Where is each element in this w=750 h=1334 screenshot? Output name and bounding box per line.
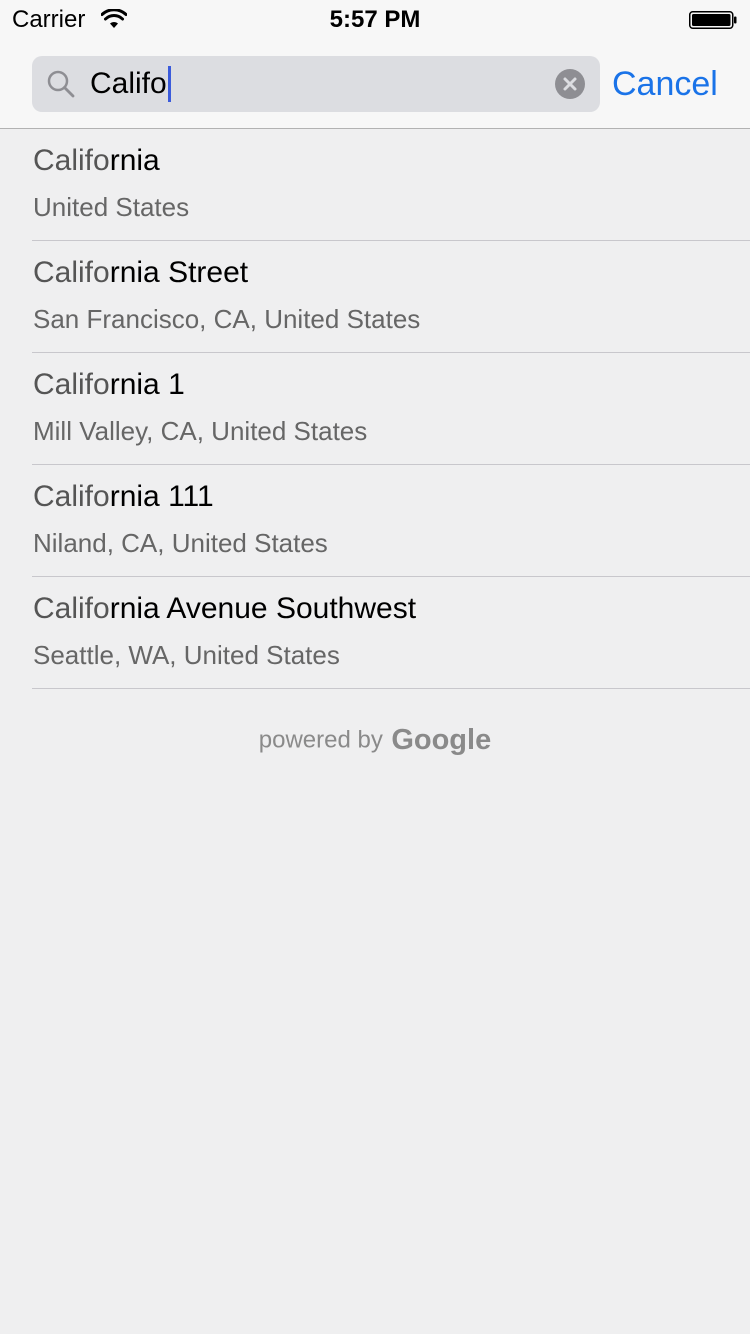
results-list: California United States California Stre… <box>0 129 750 689</box>
result-title-match: Califo <box>33 480 110 513</box>
status-time: 5:57 PM <box>329 6 421 33</box>
cancel-button[interactable]: Cancel <box>612 64 718 104</box>
result-item-california-street[interactable]: California Street San Francisco, CA, Uni… <box>32 241 750 353</box>
result-title-rest: rnia Street <box>109 256 249 289</box>
clear-button[interactable] <box>555 69 585 99</box>
result-title: California Street <box>33 255 248 291</box>
search-input[interactable]: Califo <box>90 66 171 102</box>
result-title: California <box>33 143 160 179</box>
result-subtitle: Niland, CA, United States <box>33 528 328 558</box>
result-title: California Avenue Southwest <box>33 591 416 627</box>
result-title: California 111 <box>33 479 214 515</box>
result-item-california-1[interactable]: California 1 Mill Valley, CA, United Sta… <box>32 353 750 465</box>
result-title-rest: rnia 111 <box>109 480 214 513</box>
result-subtitle: United States <box>33 192 190 222</box>
search-input-value: Califo <box>90 67 167 100</box>
result-title-rest: rnia <box>109 144 160 177</box>
search-icon <box>47 70 75 98</box>
result-item-california-111[interactable]: California 111 Niland, CA, United States <box>32 465 750 577</box>
result-item-california[interactable]: California United States <box>32 129 750 241</box>
result-title-match: Califo <box>33 592 110 625</box>
result-item-california-avenue-southwest[interactable]: California Avenue Southwest Seattle, WA,… <box>32 577 750 689</box>
result-title-rest: rnia 1 <box>109 368 185 401</box>
result-title: California 1 <box>33 367 185 403</box>
result-title-match: Califo <box>33 368 110 401</box>
status-bar: Carrier 5:57 PM <box>0 0 750 40</box>
clear-icon <box>563 77 577 91</box>
result-subtitle: San Francisco, CA, United States <box>33 304 421 334</box>
result-title-rest: rnia Avenue Southwest <box>109 592 417 625</box>
result-title-match: Califo <box>33 256 110 289</box>
result-subtitle: Seattle, WA, United States <box>33 640 340 670</box>
search-field[interactable]: Califo <box>32 56 600 112</box>
result-subtitle: Mill Valley, CA, United States <box>33 416 368 446</box>
result-title-match: Califo <box>33 144 110 177</box>
attribution-prefix: powered by <box>258 726 383 754</box>
battery-icon <box>689 11 737 29</box>
google-attribution: powered by Google <box>0 724 750 757</box>
text-caret <box>167 66 171 102</box>
google-logo: Google <box>391 724 492 756</box>
